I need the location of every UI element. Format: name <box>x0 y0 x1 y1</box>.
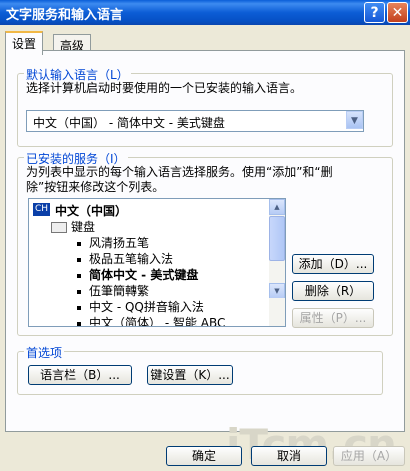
add-button[interactable]: 添加（D）... <box>292 254 374 274</box>
apply-button: 应用（A） <box>333 446 405 466</box>
bullet-icon <box>77 273 81 278</box>
tree-item-service[interactable]: 中文 - QQ拼音输入法 <box>77 298 204 315</box>
bullet-icon <box>77 305 81 310</box>
scrollbar-track-lower[interactable] <box>269 298 285 326</box>
scroll-thumb[interactable] <box>269 216 285 261</box>
title-bar: 文字服务和输入语言 ? ✕ <box>0 0 410 25</box>
services-tree[interactable]: CH 中文（中国） 键盘 风清扬五笔 极品五笔输入法 简体中文 - 美式键盘 伍… <box>28 198 286 300</box>
tree-item-service[interactable]: 中文（简体） - 智能 ABC <box>77 314 226 327</box>
cancel-button[interactable]: 取消 <box>251 446 327 466</box>
service-label: 简体中文 - 美式键盘 <box>89 268 199 282</box>
ok-button[interactable]: 确定 <box>166 446 242 466</box>
tree-item-service[interactable]: 伍筆簡轉繁 <box>77 282 149 299</box>
language-bar-button[interactable]: 语言栏（B）... <box>28 365 132 385</box>
tree-item-service[interactable]: 风清扬五笔 <box>77 234 149 251</box>
help-button[interactable]: ? <box>364 2 385 23</box>
tree-item-keyboard-label: 键盘 <box>71 220 96 234</box>
service-label: 极品五笔输入法 <box>89 252 174 266</box>
tab-settings[interactable]: 设置 <box>5 31 44 55</box>
scroll-up-icon[interactable]: ▲ <box>269 199 285 215</box>
tree-item-service-selected[interactable]: 简体中文 - 美式键盘 <box>77 266 198 283</box>
services-tree-lower[interactable]: 中文 - QQ拼音输入法 中文（简体） - 智能 ABC <box>28 298 286 327</box>
service-label: 风清扬五笔 <box>89 236 150 250</box>
service-label: 中文 - QQ拼音输入法 <box>89 300 204 314</box>
tree-item-service[interactable]: 极品五笔输入法 <box>77 250 173 267</box>
service-label: 中文（简体） - 智能 ABC <box>89 316 226 327</box>
keyboard-icon <box>51 222 67 233</box>
preferences-group-title: 首选项 <box>24 344 65 361</box>
bullet-icon <box>77 289 81 294</box>
scroll-down-icon[interactable]: ▼ <box>269 283 285 299</box>
bullet-icon <box>77 321 81 326</box>
chevron-down-icon[interactable]: ▼ <box>346 111 363 129</box>
service-label: 伍筆簡轉繁 <box>89 284 150 298</box>
default-language-description: 选择计算机启动时要使用的一个已安装的输入语言。 <box>26 81 303 95</box>
installed-services-description-line2: 除”按钮来修改这个列表。 <box>26 180 165 194</box>
properties-button: 属性（P）... <box>292 308 374 328</box>
key-settings-button[interactable]: 键设置（K）... <box>147 365 233 385</box>
tree-item-language[interactable]: 中文（中国） <box>55 202 127 219</box>
default-language-value: 中文（中国） - 简体中文 - 美式键盘 <box>33 116 225 130</box>
window-title: 文字服务和输入语言 <box>6 8 124 23</box>
close-button[interactable]: ✕ <box>387 2 408 23</box>
default-language-select[interactable]: 中文（中国） - 简体中文 - 美式键盘 ▼ <box>26 110 364 132</box>
tree-item-keyboard-category[interactable]: 键盘 <box>51 218 95 235</box>
language-badge: CH <box>33 203 50 216</box>
bullet-icon <box>77 257 81 262</box>
bullet-icon <box>77 241 81 246</box>
services-scrollbar[interactable]: ▲ ▼ <box>269 199 285 299</box>
remove-button[interactable]: 删除（R） <box>292 281 374 301</box>
installed-services-description-line1: 为列表中显示的每个输入语言选择服务。使用“添加”和“删 <box>26 165 333 179</box>
